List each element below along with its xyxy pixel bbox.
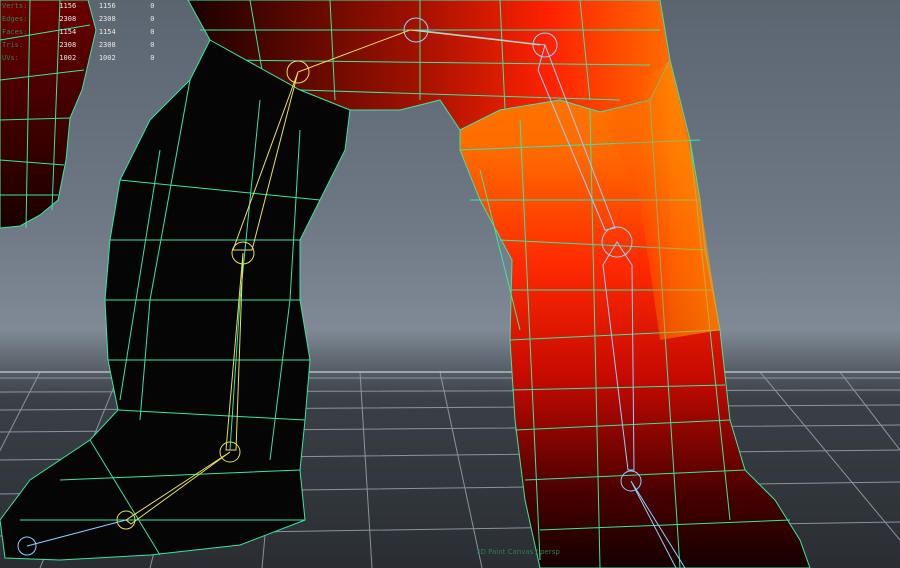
- scene-canvas[interactable]: [0, 0, 900, 568]
- hud-row: Faces: 1154 1154 0: [0, 26, 170, 39]
- hud-v2: 1002: [98, 54, 116, 62]
- hud-v3: 0: [150, 41, 155, 49]
- hud-v1: 1002: [59, 54, 77, 62]
- hud-v3: 0: [150, 2, 155, 10]
- right-leg-mesh: [459, 58, 811, 568]
- hud-row: Verts: 1156 1156 0: [0, 0, 170, 13]
- hud-v1: 1154: [59, 28, 77, 36]
- hud-label: Tris:: [2, 41, 24, 49]
- hud-v2: 2308: [98, 41, 116, 49]
- hud-v1: 2308: [59, 15, 77, 23]
- hud-label: Edges:: [2, 15, 28, 23]
- hud-row: Tris: 2308 2308 0: [0, 39, 170, 52]
- hud-v3: 0: [150, 28, 155, 36]
- poly-count-hud: Verts: 1156 1156 0 Edges: 2308 2308 0 Faces: 1154…: [0, 0, 170, 65]
- hud-v2: 1156: [98, 2, 116, 10]
- hud-row: Edges: 2308 2308 0: [0, 13, 170, 26]
- hud-v1: 1156: [59, 2, 77, 10]
- hud-v2: 1154: [98, 28, 116, 36]
- hud-v3: 0: [150, 15, 155, 23]
- hud-label: Verts:: [2, 2, 28, 10]
- hud-v1: 2308: [59, 41, 77, 49]
- hud-v3: 0: [150, 54, 155, 62]
- hud-v2: 2308: [98, 15, 116, 23]
- 3d-viewport[interactable]: Verts: 1156 1156 0 Edges: 2308 2308 0 Faces: 1154…: [0, 0, 900, 568]
- camera-label: 3D Paint Canvas / persp: [476, 548, 560, 556]
- hud-row: UVs: 1002 1002 0: [0, 52, 170, 65]
- hud-label: Faces:: [2, 28, 28, 36]
- hud-label: UVs:: [2, 54, 19, 62]
